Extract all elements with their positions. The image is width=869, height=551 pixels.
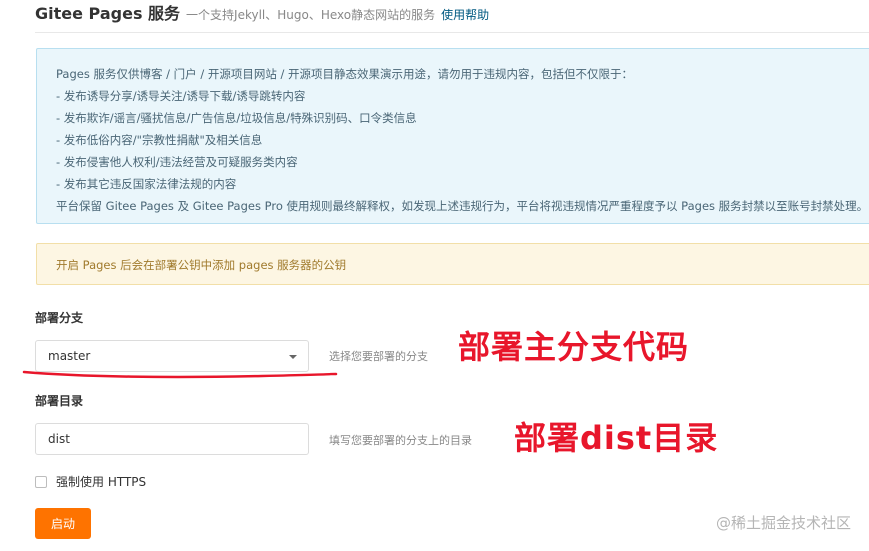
directory-label: 部署目录 (35, 394, 84, 408)
caret-down-icon (289, 355, 297, 359)
branch-select-value: master (48, 349, 91, 363)
branch-annotation: 部署主分支代码 (458, 328, 690, 366)
page-header: Gitee Pages 服务 一个支持Jekyll、Hugo、Hexo静态网站的… (35, 0, 489, 28)
directory-input[interactable] (35, 423, 309, 455)
start-button[interactable]: 启动 (35, 508, 91, 539)
notice-line: 平台保留 Gitee Pages 及 Gitee Pages Pro 使用规则最… (56, 199, 869, 213)
help-link[interactable]: 使用帮助 (441, 6, 489, 23)
https-checkbox-row[interactable]: 强制使用 HTTPS (35, 473, 146, 490)
notice-line: - 发布低俗内容/"宗教性捐献"及相关信息 (56, 133, 263, 147)
directory-hint: 填写您要部署的分支上的目录 (329, 434, 472, 447)
https-checkbox-label: 强制使用 HTTPS (56, 475, 147, 489)
header-divider (35, 32, 869, 33)
page-subtitle: 一个支持Jekyll、Hugo、Hexo静态网站的服务 (186, 8, 436, 22)
directory-annotation: 部署dist目录 (514, 419, 719, 457)
usage-notice: Pages 服务仅供博客 / 门户 / 开源项目网站 / 开源项目静态效果演示用… (36, 48, 869, 224)
notice-line: Pages 服务仅供博客 / 门户 / 开源项目网站 / 开源项目静态效果演示用… (56, 67, 634, 81)
watermark: @稀土掘金技术社区 (715, 514, 851, 532)
red-underline-mark (22, 370, 338, 379)
pubkey-warning: 开启 Pages 后会在部署公钥中添加 pages 服务器的公钥 (36, 243, 869, 285)
notice-line: - 发布诱导分享/诱导关注/诱导下载/诱导跳转内容 (56, 89, 306, 103)
gitee-pages-settings: Gitee Pages 服务 一个支持Jekyll、Hugo、Hexo静态网站的… (0, 0, 869, 551)
page-title: Gitee Pages 服务 (35, 4, 181, 23)
branch-label: 部署分支 (35, 311, 84, 325)
notice-line: - 发布欺诈/谣言/骚扰信息/广告信息/垃圾信息/特殊识别码、口令类信息 (56, 111, 417, 125)
notice-line: - 发布侵害他人权利/违法经营及可疑服务类内容 (56, 155, 298, 169)
notice-line: - 发布其它违反国家法律法规的内容 (56, 177, 237, 191)
branch-hint: 选择您要部署的分支 (329, 350, 428, 363)
https-checkbox[interactable] (35, 475, 47, 488)
